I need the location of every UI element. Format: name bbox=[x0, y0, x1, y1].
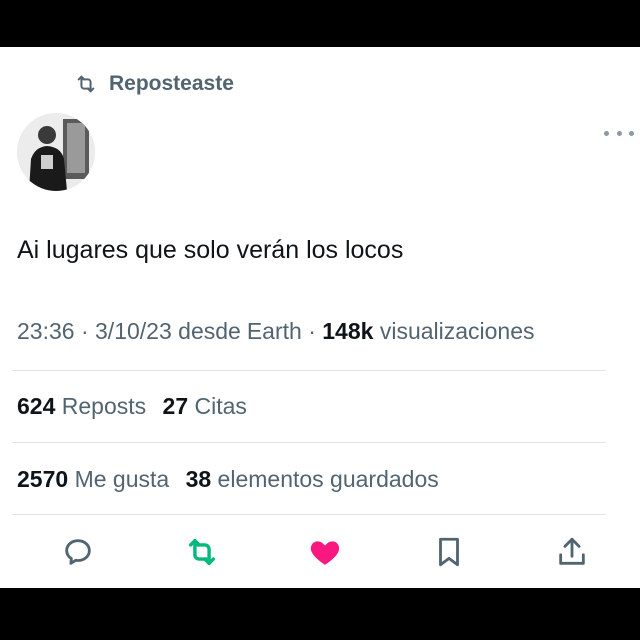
quotes-count: 27 bbox=[162, 393, 189, 419]
views-count[interactable]: 148k bbox=[322, 318, 373, 344]
meta-separator: · bbox=[80, 318, 89, 344]
tweet-source: Earth bbox=[246, 318, 302, 344]
likes-bookmarks-row: 2570 Me gusta 38 elementos guardados bbox=[17, 466, 439, 493]
avatar-photo bbox=[17, 113, 95, 191]
repost-icon bbox=[77, 75, 95, 93]
reply-icon bbox=[65, 539, 91, 565]
repost-indicator[interactable]: Reposteaste bbox=[75, 72, 234, 96]
reply-button[interactable] bbox=[58, 532, 98, 572]
divider bbox=[12, 442, 606, 443]
reposts-quotes-row: 624 Reposts 27 Citas bbox=[17, 393, 247, 420]
reposts-label: Reposts bbox=[61, 393, 147, 419]
bookmarks-label: elementos guardados bbox=[217, 466, 439, 492]
avatar[interactable] bbox=[17, 113, 95, 191]
repost-label: Reposteaste bbox=[109, 72, 234, 95]
reposts-count: 624 bbox=[17, 393, 56, 419]
source-prefix: desde bbox=[178, 318, 241, 344]
bookmark-icon bbox=[439, 537, 459, 567]
likes-stat[interactable]: 2570 Me gusta bbox=[17, 466, 169, 492]
views-label: visualizaciones bbox=[379, 318, 535, 344]
reposts-stat[interactable]: 624 Reposts bbox=[17, 393, 146, 419]
repost-action-button[interactable] bbox=[182, 532, 222, 572]
bookmark-button[interactable] bbox=[429, 532, 469, 572]
repost-icon bbox=[188, 538, 216, 566]
divider bbox=[12, 370, 606, 371]
quotes-label: Citas bbox=[194, 393, 247, 419]
share-icon bbox=[559, 537, 585, 565]
quotes-stat[interactable]: 27 Citas bbox=[163, 393, 247, 419]
tweet-time[interactable]: 23:36 bbox=[17, 318, 75, 344]
meta-separator: · bbox=[308, 318, 316, 344]
likes-label: Me gusta bbox=[74, 466, 170, 492]
heart-icon bbox=[310, 541, 340, 565]
like-button[interactable] bbox=[305, 532, 345, 572]
more-dot bbox=[616, 130, 622, 136]
tweet-text: Ai lugares que solo verán los locos bbox=[17, 236, 404, 264]
likes-count: 2570 bbox=[17, 466, 69, 492]
bookmarks-stat[interactable]: 38 elementos guardados bbox=[186, 466, 439, 492]
share-button[interactable] bbox=[552, 532, 592, 572]
bookmarks-count: 38 bbox=[185, 466, 212, 492]
more-options-button[interactable] bbox=[604, 123, 634, 143]
tweet-date[interactable]: 3/10/23 bbox=[95, 318, 172, 344]
more-dot bbox=[604, 130, 609, 136]
action-bar bbox=[0, 532, 640, 572]
more-dot bbox=[629, 130, 634, 136]
tweet-meta: 23:36 · 3/10/23 desde Earth · 148k visual… bbox=[17, 318, 535, 345]
divider bbox=[12, 514, 606, 515]
